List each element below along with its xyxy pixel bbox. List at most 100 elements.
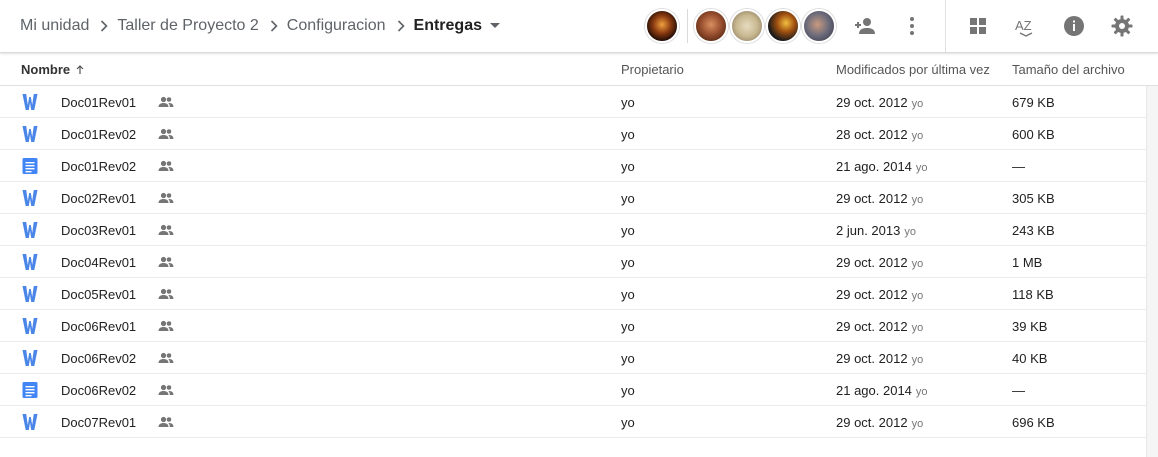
modified-date: 29 oct. 2012 — [836, 319, 908, 334]
shared-icon — [158, 96, 174, 111]
file-modified: 29 oct. 2012 yo — [836, 95, 923, 110]
google-doc-icon — [22, 381, 38, 399]
modified-by: yo — [911, 194, 924, 206]
word-file-icon — [22, 349, 38, 367]
file-owner: yo — [621, 95, 635, 110]
modified-date: 29 oct. 2012 — [836, 255, 908, 270]
breadcrumb-item-mi-unidad[interactable]: Mi unidad — [20, 17, 89, 35]
sort-az-icon[interactable]: AZ — [1014, 14, 1038, 38]
file-size: — — [1012, 383, 1025, 398]
file-modified: 29 oct. 2012 yo — [836, 191, 923, 206]
column-header-row: Nombre Propietario Modificados por últim… — [0, 53, 1158, 86]
breadcrumb-item-taller[interactable]: Taller de Proyecto 2 — [117, 17, 258, 35]
avatar[interactable] — [802, 9, 836, 43]
file-list: Doc01Rev01 yo 29 oct. 2012 yo 679 KB Doc01Rev… — [0, 86, 1146, 438]
top-bar: Mi unidad Taller de Proyecto 2 Configura… — [0, 0, 1158, 53]
word-file-icon — [22, 317, 38, 335]
shared-icon — [158, 192, 174, 207]
file-name[interactable]: Doc06Rev01 — [61, 319, 136, 334]
modified-by: yo — [911, 258, 924, 270]
file-owner: yo — [621, 319, 635, 334]
column-header-owner[interactable]: Propietario — [621, 62, 684, 77]
file-modified: 29 oct. 2012 yo — [836, 415, 923, 430]
word-file-icon — [22, 253, 38, 271]
file-modified: 29 oct. 2012 yo — [836, 351, 923, 366]
file-owner: yo — [621, 287, 635, 302]
shared-icon — [158, 288, 174, 303]
column-header-name-label: Nombre — [21, 62, 71, 77]
file-owner: yo — [621, 223, 635, 238]
table-row[interactable]: Doc02Rev01 yo 29 oct. 2012 yo 305 KB — [0, 182, 1146, 214]
file-name[interactable]: Doc01Rev01 — [61, 95, 136, 110]
column-header-name[interactable]: Nombre — [21, 62, 84, 77]
file-name[interactable]: Doc01Rev02 — [61, 159, 136, 174]
chevron-right-icon — [397, 20, 405, 32]
table-row[interactable]: Doc03Rev01 yo 2 jun. 2013 yo 243 KB — [0, 214, 1146, 246]
table-row[interactable]: Doc06Rev02 yo 29 oct. 2012 yo 40 KB — [0, 342, 1146, 374]
file-owner: yo — [621, 255, 635, 270]
file-size: 600 KB — [1012, 127, 1055, 142]
column-header-size[interactable]: Tamaño del archivo — [1012, 62, 1125, 77]
table-row[interactable]: Doc01Rev02 yo 21 ago. 2014 yo — — [0, 150, 1146, 182]
table-row[interactable]: Doc06Rev01 yo 29 oct. 2012 yo 39 KB — [0, 310, 1146, 342]
file-name[interactable]: Doc06Rev02 — [61, 383, 136, 398]
file-name[interactable]: Doc04Rev01 — [61, 255, 136, 270]
avatar[interactable] — [766, 9, 800, 43]
word-file-icon — [22, 189, 38, 207]
file-size: 679 KB — [1012, 95, 1055, 110]
grid-view-icon[interactable] — [966, 14, 990, 38]
shared-icon — [158, 160, 174, 175]
shared-icon — [158, 224, 174, 239]
file-size: 39 KB — [1012, 319, 1048, 334]
avatar[interactable] — [694, 9, 728, 43]
table-row[interactable]: Doc05Rev01 yo 29 oct. 2012 yo 118 KB — [0, 278, 1146, 310]
file-modified: 29 oct. 2012 yo — [836, 319, 923, 334]
breadcrumb-item-entregas[interactable]: Entregas — [414, 17, 482, 35]
modified-date: 21 ago. 2014 — [836, 159, 912, 174]
file-size: 305 KB — [1012, 191, 1055, 206]
file-name[interactable]: Doc02Rev01 — [61, 191, 136, 206]
word-file-icon — [22, 125, 38, 143]
modified-by: yo — [911, 290, 924, 302]
avatar[interactable] — [645, 9, 679, 43]
modified-date: 29 oct. 2012 — [836, 95, 908, 110]
modified-date: 29 oct. 2012 — [836, 191, 908, 206]
scrollbar[interactable] — [1146, 86, 1158, 457]
modified-date: 29 oct. 2012 — [836, 351, 908, 366]
file-name[interactable]: Doc01Rev02 — [61, 127, 136, 142]
modified-date: 28 oct. 2012 — [836, 127, 908, 142]
file-owner: yo — [621, 383, 635, 398]
settings-icon[interactable] — [1110, 14, 1134, 38]
avatar[interactable] — [730, 9, 764, 43]
column-header-modified[interactable]: Modificados por última vez — [836, 62, 990, 77]
word-file-icon — [22, 413, 38, 431]
chevron-right-icon — [270, 20, 278, 32]
file-modified: 29 oct. 2012 yo — [836, 255, 923, 270]
file-owner: yo — [621, 351, 635, 366]
add-person-icon[interactable] — [853, 14, 877, 38]
file-owner: yo — [621, 415, 635, 430]
table-row[interactable]: Doc01Rev02 yo 28 oct. 2012 yo 600 KB — [0, 118, 1146, 150]
modified-by: yo — [911, 354, 924, 366]
file-owner: yo — [621, 191, 635, 206]
more-vert-icon[interactable] — [900, 14, 924, 38]
table-row[interactable]: Doc07Rev01 yo 29 oct. 2012 yo 696 KB — [0, 406, 1146, 438]
file-size: 40 KB — [1012, 351, 1048, 366]
table-row[interactable]: Doc06Rev02 yo 21 ago. 2014 yo — — [0, 374, 1146, 406]
file-name[interactable]: Doc06Rev02 — [61, 351, 136, 366]
word-file-icon — [22, 285, 38, 303]
table-row[interactable]: Doc04Rev01 yo 29 oct. 2012 yo 1 MB — [0, 246, 1146, 278]
file-name[interactable]: Doc03Rev01 — [61, 223, 136, 238]
file-name[interactable]: Doc05Rev01 — [61, 287, 136, 302]
table-row[interactable]: Doc01Rev01 yo 29 oct. 2012 yo 679 KB — [0, 86, 1146, 118]
shared-icon — [158, 416, 174, 431]
file-size: 696 KB — [1012, 415, 1055, 430]
file-modified: 28 oct. 2012 yo — [836, 127, 923, 142]
breadcrumb-item-configuracion[interactable]: Configuracion — [287, 17, 386, 35]
info-icon[interactable] — [1062, 14, 1086, 38]
modified-by: yo — [911, 130, 924, 142]
modified-date: 29 oct. 2012 — [836, 415, 908, 430]
breadcrumb: Mi unidad Taller de Proyecto 2 Configura… — [20, 0, 500, 52]
file-name[interactable]: Doc07Rev01 — [61, 415, 136, 430]
dropdown-arrow-icon[interactable] — [489, 23, 500, 29]
